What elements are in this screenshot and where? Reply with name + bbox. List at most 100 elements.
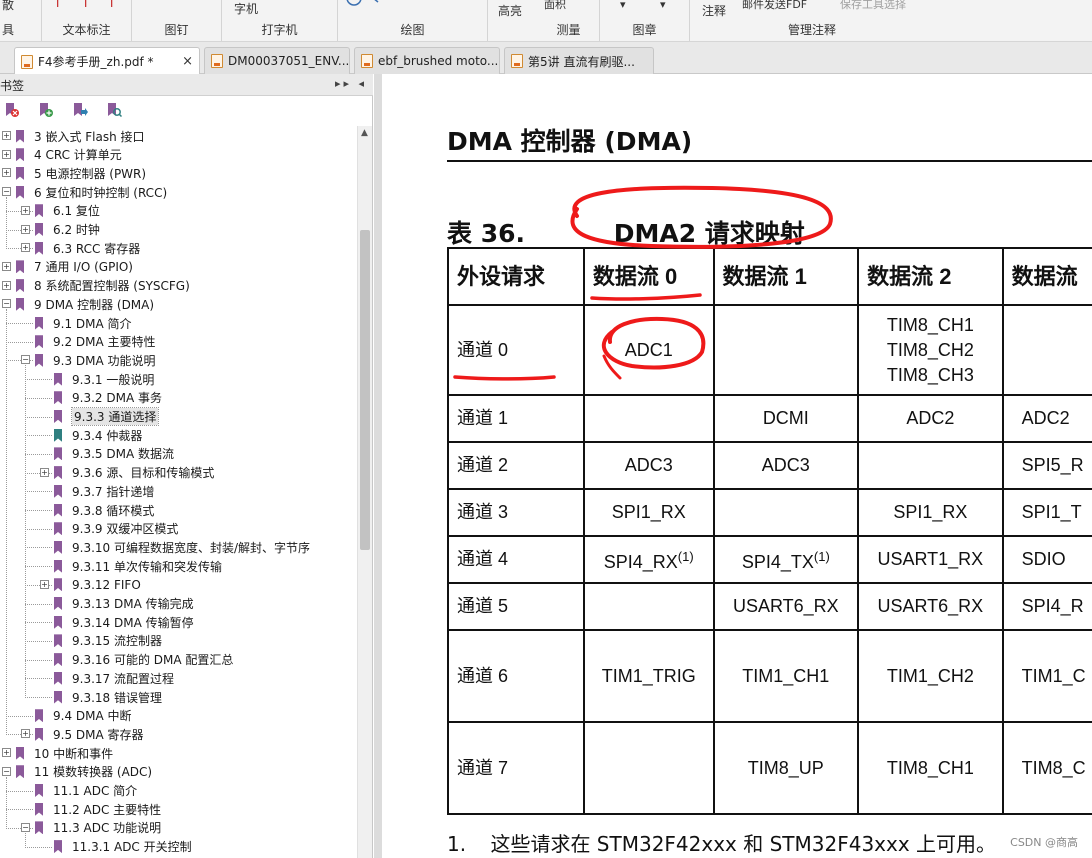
bookmark-item[interactable]: 9.3.16 可能的 DMA 配置汇总 xyxy=(54,651,233,669)
collapse-icon[interactable]: − xyxy=(2,766,11,776)
bookmark-item[interactable]: 9.3.15 流控制器 xyxy=(54,632,162,650)
bookmark-item[interactable]: 4 CRC 计算单元 xyxy=(16,146,122,164)
bookmark-item[interactable]: 6.2 时钟 xyxy=(35,221,100,239)
bookmark-icon xyxy=(54,634,62,648)
bookmark-label: 5 电源控制器 (PWR) xyxy=(34,166,147,181)
expand-icon[interactable]: + xyxy=(21,224,30,234)
bookmark-item[interactable]: 9.3.10 可编程数据宽度、封装/解封、字节序 xyxy=(54,538,310,556)
bookmark-item[interactable]: 9.3.4 仲裁器 xyxy=(54,426,142,444)
bookmark-item[interactable]: 9.3.2 DMA 事务 xyxy=(54,389,162,407)
expand-icon[interactable]: + xyxy=(2,280,11,290)
bookmark-item[interactable]: 11.1 ADC 简介 xyxy=(35,782,137,800)
text-markup-icon[interactable]: T xyxy=(54,0,61,10)
typewriter-button[interactable]: 字机 xyxy=(234,0,258,17)
tab-dm00037051[interactable]: DM00037051_ENV... xyxy=(204,47,350,74)
bookmark-item[interactable]: 9.5 DMA 寄存器 xyxy=(35,725,144,743)
bookmark-item[interactable]: 9.1 DMA 简介 xyxy=(35,314,132,332)
bookmark-item[interactable]: 11 模数转换器 (ADC) xyxy=(16,763,152,781)
bookmark-item[interactable]: 5 电源控制器 (PWR) xyxy=(16,164,146,182)
table-cell: TIM8_C xyxy=(1001,721,1092,815)
scroll-up-icon[interactable]: ▲ xyxy=(361,128,368,138)
bookmark-item[interactable]: 9.3.8 循环模式 xyxy=(54,501,154,519)
expand-icon[interactable]: + xyxy=(2,149,11,159)
table-cell: TIM1_TRIG xyxy=(582,629,715,723)
comments-button[interactable]: 注释 xyxy=(702,2,726,19)
bookmark-item[interactable]: 11.3 ADC 功能说明 xyxy=(35,819,161,837)
drawing-shapes-icon[interactable] xyxy=(346,0,382,10)
chevron-down-icon[interactable]: ▾ xyxy=(660,0,666,11)
expand-icon[interactable]: + xyxy=(21,243,30,253)
ribbon-item[interactable]: 散 xyxy=(2,0,14,13)
area-button[interactable]: 面积 xyxy=(544,0,566,12)
expand-icon[interactable]: + xyxy=(40,467,49,477)
bookmark-item[interactable]: 9.2 DMA 主要特性 xyxy=(35,333,156,351)
bookmark-item[interactable]: 11.3.1 ADC 开关控制 xyxy=(54,838,192,856)
tree-guide-line xyxy=(25,491,52,493)
ribbon-group-stamp: ▾ ▾ 图章 xyxy=(600,0,690,41)
bookmark-item[interactable]: 9.3.6 源、目标和传输模式 xyxy=(54,464,214,482)
bookmark-item[interactable]: 9.3.12 FIFO xyxy=(54,576,141,594)
bookmark-item[interactable]: 3 嵌入式 Flash 接口 xyxy=(16,127,145,145)
bookmark-item[interactable]: 9.3.18 错误管理 xyxy=(54,688,162,706)
bookmark-item[interactable]: 11.2 ADC 主要特性 xyxy=(35,800,161,818)
bookmark-item[interactable]: 9.3.14 DMA 传输暂停 xyxy=(54,613,194,631)
collapse-icon[interactable]: − xyxy=(21,822,30,832)
find-bookmark-icon[interactable] xyxy=(106,102,122,118)
text-replace-icon[interactable]: T xyxy=(108,0,115,10)
watermark: CSDN @商高 xyxy=(1010,836,1078,849)
expand-icon[interactable]: + xyxy=(21,729,30,739)
bookmark-item[interactable]: 9.3.13 DMA 传输完成 xyxy=(54,595,194,613)
panel-collapse-controls[interactable]: ▸▸ ◂ xyxy=(335,77,367,90)
bookmark-icon xyxy=(54,671,62,685)
tab-f4-reference-manual[interactable]: F4参考手册_zh.pdf * × xyxy=(14,47,200,75)
bookmark-label: 9.3.11 单次传输和突发传输 xyxy=(72,559,222,574)
bookmark-item[interactable]: 9.3.3 通道选择 xyxy=(54,407,160,426)
table-cell: DCMI xyxy=(712,394,860,443)
bookmark-item[interactable]: 9 DMA 控制器 (DMA) xyxy=(16,295,154,313)
add-bookmark-icon[interactable] xyxy=(38,102,54,118)
ribbon-group-tools: 散 具 xyxy=(0,0,42,41)
save-tool-selection-button[interactable]: 保存工具选择 xyxy=(840,0,906,12)
bookmark-item[interactable]: 9.3.9 双缓冲区模式 xyxy=(54,520,178,538)
bookmark-label: 9.3.5 DMA 数据流 xyxy=(72,447,174,462)
chevron-down-icon[interactable]: ▾ xyxy=(620,0,626,11)
bookmark-item[interactable]: 6.3 RCC 寄存器 xyxy=(35,239,140,257)
expand-icon[interactable]: + xyxy=(40,579,49,589)
collapse-icon[interactable]: − xyxy=(21,355,30,365)
bookmark-item[interactable]: 9.3.7 指针递增 xyxy=(54,482,154,500)
collapse-icon[interactable]: − xyxy=(2,187,11,197)
expand-icon[interactable]: + xyxy=(2,131,11,140)
bookmark-item[interactable]: 9.3.11 单次传输和突发传输 xyxy=(54,557,222,575)
email-fdf-button[interactable]: 邮件发送FDF xyxy=(742,0,807,12)
delete-bookmark-icon[interactable] xyxy=(4,102,20,118)
bookmark-item[interactable]: 9.4 DMA 中断 xyxy=(35,707,132,725)
bookmark-item[interactable]: 6.1 复位 xyxy=(35,202,100,220)
bookmark-label: 11 模数转换器 (ADC) xyxy=(34,765,153,780)
expand-icon[interactable]: + xyxy=(2,748,11,758)
highlight-button[interactable]: 高亮 xyxy=(498,2,522,19)
bookmark-item[interactable]: 9.3.1 一般说明 xyxy=(54,370,154,388)
text-strike-icon[interactable]: T xyxy=(82,0,89,10)
tab-lecture-5[interactable]: 第5讲 直流有刷驱... xyxy=(504,47,654,74)
close-icon[interactable]: × xyxy=(176,54,193,69)
scrollbar-thumb[interactable] xyxy=(360,230,370,550)
bookmark-item[interactable]: 9.3.17 流配置过程 xyxy=(54,669,174,687)
bookmark-item[interactable]: 10 中断和事件 xyxy=(16,744,113,762)
table-cell: TIM1_C xyxy=(1001,629,1092,723)
bookmarks-scrollbar[interactable]: ▲ xyxy=(357,126,372,858)
table-cell: SPI4_TX(1) xyxy=(712,535,860,584)
bookmark-item[interactable]: 8 系统配置控制器 (SYSCFG) xyxy=(16,277,190,295)
collapse-icon[interactable]: − xyxy=(2,299,11,309)
expand-icon[interactable]: + xyxy=(2,168,11,178)
document-view[interactable]: DMA 控制器 (DMA) 表 36. DMA2 请求映射 外设请求 数据流 0数… xyxy=(374,74,1092,858)
expand-icon[interactable]: + xyxy=(21,205,30,215)
bookmark-item[interactable]: 9.3.5 DMA 数据流 xyxy=(54,445,174,463)
bookmark-item[interactable]: 9.3 DMA 功能说明 xyxy=(35,351,156,369)
expand-icon[interactable]: + xyxy=(2,261,11,271)
tab-ebf-brushed-motor[interactable]: ebf_brushed moto... xyxy=(354,47,500,74)
bookmark-icon xyxy=(16,148,24,162)
bookmark-item[interactable]: 6 复位和时钟控制 (RCC) xyxy=(16,183,167,201)
goto-bookmark-icon[interactable] xyxy=(72,102,88,118)
bookmark-icon xyxy=(35,335,43,349)
bookmark-item[interactable]: 7 通用 I/O (GPIO) xyxy=(16,258,133,276)
